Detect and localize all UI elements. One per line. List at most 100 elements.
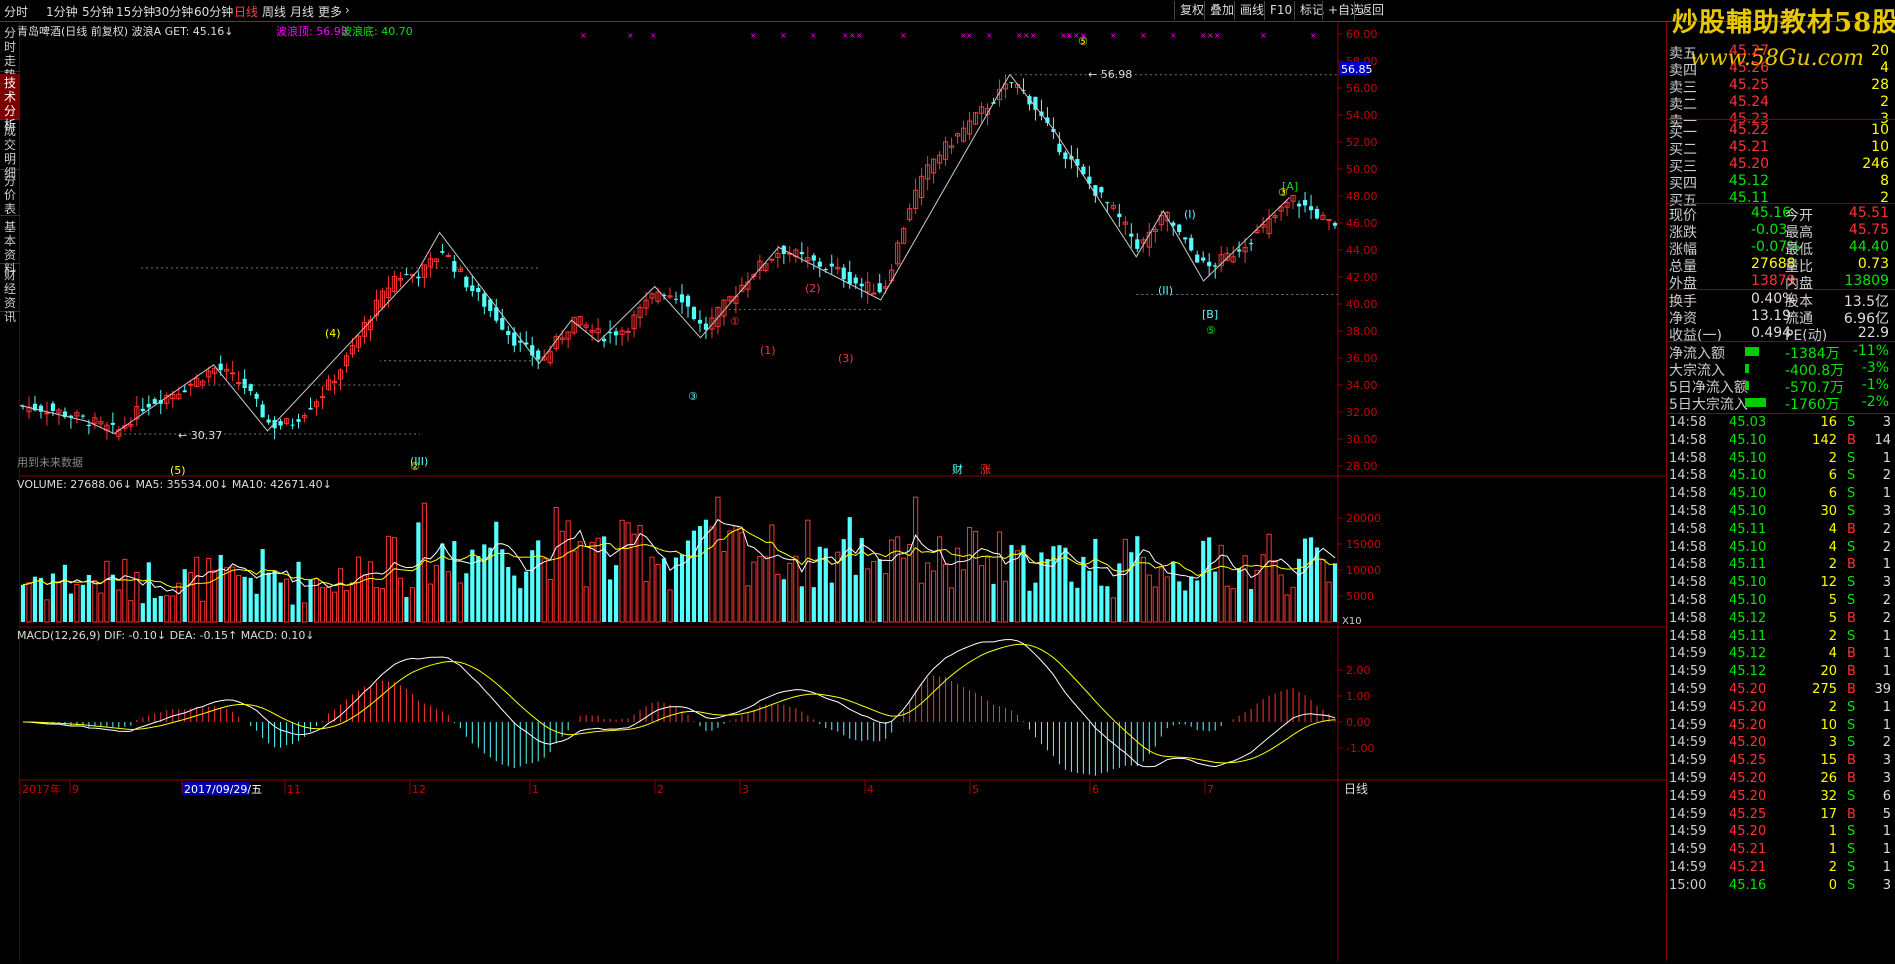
tick-volume: 6	[1828, 468, 1837, 484]
sell-volume: 28	[1871, 77, 1889, 93]
tick-time: 14:59	[1669, 664, 1707, 680]
volume-bar	[847, 517, 852, 622]
candle-body	[44, 412, 50, 415]
tick-side: S	[1847, 415, 1856, 430]
volume-bar	[296, 561, 301, 622]
volume-bar	[661, 558, 667, 622]
volume-bar	[452, 541, 457, 622]
volume-bar	[991, 583, 996, 622]
volume-bar	[1207, 537, 1212, 622]
tick-price: 45.16	[1729, 877, 1767, 893]
left-tab-5[interactable]: 财经资讯	[0, 266, 20, 324]
left-tab-2[interactable]: 成交明细	[0, 122, 20, 180]
candle-body	[260, 404, 265, 418]
volume-bar	[589, 541, 595, 623]
tick-volume: 5	[1828, 593, 1837, 608]
volume-bar	[182, 569, 187, 622]
candle-body	[1063, 152, 1068, 159]
tick-volume: 15	[1820, 753, 1837, 769]
volume-bar	[224, 567, 230, 623]
volume-bar	[536, 540, 541, 622]
period-7[interactable]: 周线	[262, 3, 286, 20]
price-axis-label: 54.00	[1346, 109, 1378, 122]
watermark-title: 炒股輔助教材58股网	[1672, 8, 1895, 38]
tick-side: S	[1847, 575, 1856, 591]
period-4[interactable]: 30分钟	[154, 3, 193, 20]
candle-body	[1009, 82, 1014, 84]
candle-body	[1308, 206, 1314, 211]
period-8[interactable]: 月线	[290, 3, 314, 20]
left-tab-4[interactable]: 基本资料	[0, 218, 20, 276]
volume-bar	[1195, 580, 1200, 622]
volume-bar	[1260, 554, 1266, 623]
tick-price: 45.10	[1729, 504, 1767, 519]
quote-value: -0.03	[1751, 222, 1788, 238]
time-axis-label: 7	[1207, 783, 1214, 796]
left-tab-3[interactable]: 分价表	[0, 172, 20, 216]
period-5[interactable]: 60分钟	[194, 3, 233, 20]
volume-bar	[1146, 574, 1152, 623]
wave-marker: ×	[627, 31, 634, 40]
candle-body	[476, 288, 481, 293]
volume-bar	[984, 556, 991, 623]
kline-chart-svg[interactable]: 60.0058.0056.0054.0052.0050.0048.0046.00…	[19, 22, 1666, 961]
wave-marker: ×	[580, 31, 587, 40]
book-divider	[1667, 119, 1895, 120]
tick-price: 45.20	[1729, 735, 1767, 751]
time-axis-label: 9	[72, 783, 79, 796]
candle-body	[290, 424, 295, 426]
volume-bar	[829, 582, 834, 622]
volume-bar	[272, 570, 277, 622]
wave-marker: ×	[900, 31, 907, 40]
tick-volume: 10	[1820, 717, 1837, 733]
tick-row: 14:58 45.10 30 S 3	[1667, 504, 1895, 522]
flow-pct: -11%	[1852, 343, 1889, 359]
tick-count: 3	[1882, 753, 1891, 769]
period-2[interactable]: 5分钟	[82, 3, 114, 20]
volume-bar	[1152, 586, 1158, 623]
period-1[interactable]: 1分钟	[46, 3, 78, 20]
tick-volume: 6	[1828, 486, 1837, 502]
macd-axis-label: 0.00	[1346, 716, 1371, 729]
volume-bar	[942, 564, 949, 623]
toolbar-button-6[interactable]: 返回	[1354, 1, 1389, 20]
period-0[interactable]: 分时	[4, 3, 28, 20]
buy-volume: 10	[1871, 139, 1889, 155]
tick-time: 14:58	[1669, 468, 1707, 484]
tick-time: 14:59	[1669, 735, 1707, 751]
volume-bar	[349, 582, 356, 623]
tick-price: 45.10	[1729, 575, 1767, 591]
volume-bar	[1308, 537, 1314, 622]
toolbar-button-3[interactable]: F10	[1264, 1, 1297, 20]
price-axis-label: 36.00	[1346, 352, 1378, 365]
tick-time: 14:59	[1669, 771, 1707, 786]
tick-count: 3	[1882, 771, 1891, 786]
volume-bar	[188, 572, 194, 623]
left-tab-1[interactable]: 技术分析	[0, 74, 20, 132]
macd-dea-line	[23, 643, 1336, 764]
candle-body	[1296, 203, 1302, 207]
candle-body	[218, 363, 223, 371]
period-9[interactable]: 更多	[318, 3, 342, 20]
chart-area[interactable]: 60.00 58.00 56.00 54.00 52.00 50.00 48.00 46.00…	[17, 22, 1666, 961]
candle-body	[146, 403, 151, 408]
quote-value: 45.51	[1848, 205, 1889, 221]
candle-body	[452, 261, 457, 272]
tick-count: 2	[1882, 735, 1891, 751]
volume-bar	[925, 562, 931, 623]
macd-axis-label: 2.00	[1346, 664, 1371, 677]
candle-body	[685, 295, 691, 307]
buy-price: 45.22	[1729, 122, 1770, 138]
volume-bar	[194, 556, 200, 623]
candle-body	[1201, 257, 1206, 261]
tick-row: 14:58 45.03 16 S 3	[1667, 415, 1895, 433]
volume-bar	[1237, 567, 1242, 622]
flow-bar	[1745, 381, 1749, 390]
tick-count: 1	[1882, 824, 1891, 840]
period-6[interactable]: 日线	[234, 3, 258, 20]
volume-bar	[1201, 540, 1206, 622]
wave-bottom-label: 波浪底: 40.70	[341, 25, 413, 38]
period-10[interactable]: ›	[345, 3, 350, 17]
wave-label: (2)	[805, 282, 821, 295]
period-3[interactable]: 15分钟	[116, 3, 155, 20]
